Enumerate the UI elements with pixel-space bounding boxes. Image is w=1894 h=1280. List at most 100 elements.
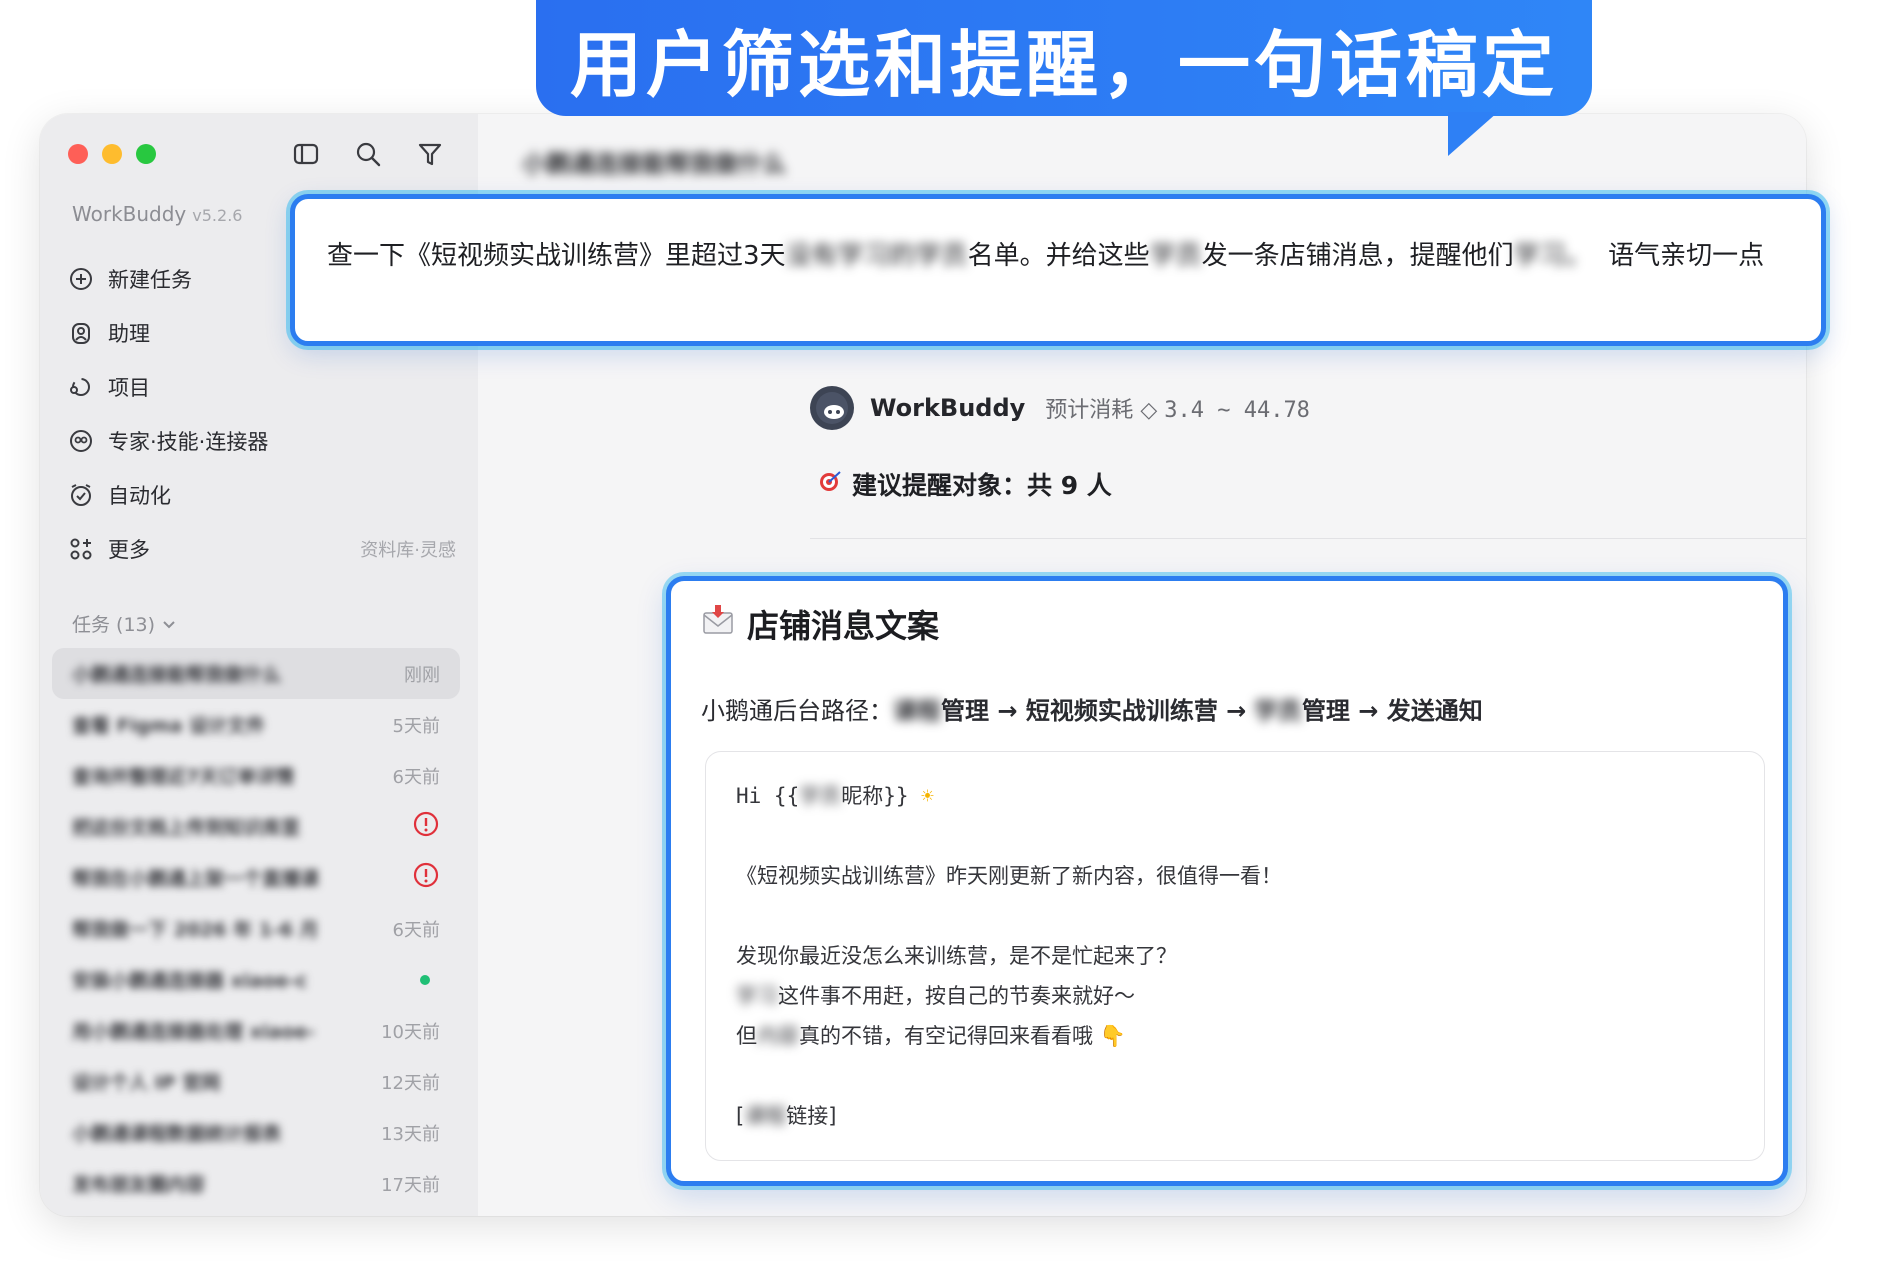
task-item[interactable]: 查看 Figma 设计文件 5天前 [52, 699, 460, 750]
line-redacted: 内容 [757, 1024, 799, 1048]
sidebar-toolbar [290, 138, 446, 170]
task-item[interactable]: 用小鹅通连接器处理 xiaoe- 10天前 [52, 1005, 460, 1056]
assistant-icon [66, 318, 96, 348]
task-title: 查询并整理近7天订单详情 [72, 766, 295, 788]
window-controls [68, 144, 156, 164]
tasks-header[interactable]: 任务 (13) [72, 610, 177, 637]
task-time: 12天前 [381, 1072, 440, 1094]
user-query-bubble: 查一下《短视频实战训练营》里超过3天没有学习的学员名单。并给这些学员发一条店铺消… [290, 194, 1826, 346]
banner-pointer [1448, 112, 1498, 156]
app-version: v5.2.6 [192, 206, 243, 225]
filter-icon[interactable] [414, 138, 446, 170]
link-pre: [ [736, 1104, 745, 1128]
task-title: 把这份文档上传到知识库里 [72, 817, 301, 839]
task-title: 帮我在小鹅通上架一个直播课 [72, 868, 320, 890]
nav-label: 专家·技能·连接器 [108, 430, 269, 454]
diamond-icon: ◇ [1140, 398, 1165, 423]
message-template[interactable]: Hi {{学员昵称}} ☀ 《短视频实战训练营》昨天刚更新了新内容，很值得一看！… [705, 751, 1765, 1161]
cost-value: 3.4 ~ 44.78 [1164, 398, 1310, 423]
query-text: 名单。并给这些 [967, 241, 1150, 271]
path-label: 小鹅通后台路径： [701, 697, 893, 725]
task-item[interactable]: 查询并整理近7天订单详情 6天前 [52, 750, 460, 801]
minimize-window-button[interactable] [102, 144, 122, 164]
query-redacted: 学员 [1149, 241, 1202, 271]
tasks-header-label: 任务 (13) [72, 614, 156, 636]
headline-banner: 用户筛选和提醒，一句话稿定 [536, 0, 1592, 116]
path-segment: 管理 → 发送通知 [1301, 697, 1483, 725]
envelope-icon [701, 603, 735, 645]
nav-automation[interactable]: 自动化 [66, 468, 456, 522]
link-placeholder: [课程链接] [736, 1096, 1734, 1136]
task-time: 13天前 [381, 1123, 440, 1145]
path-redacted: 课程 [893, 697, 941, 725]
suggestion-heading: 建议提醒对象：共 9 人 [818, 466, 1112, 502]
plus-circle-icon [66, 264, 96, 294]
task-time: 6天前 [392, 919, 440, 941]
app-brand: WorkBuddy v5.2.6 [72, 202, 242, 226]
greeting-pre: Hi {{ [736, 784, 800, 808]
task-item[interactable]: 帮我做一下 2026 年 1-6 月 6天前 [52, 903, 460, 954]
close-window-button[interactable] [68, 144, 88, 164]
task-time: 5天前 [392, 715, 440, 737]
cost-label: 预计消耗 [1045, 398, 1134, 423]
search-icon[interactable] [352, 138, 384, 170]
nav-label: 更多 [108, 538, 150, 562]
pointing-down-icon: 👇 [1099, 1024, 1126, 1048]
task-title: 帮我做一下 2026 年 1-6 月 [72, 919, 319, 941]
message-line: 发现你最近没怎么来训练营，是不是忙起来了？ [736, 944, 1177, 968]
nav-project[interactable]: 项目 [66, 360, 456, 414]
greeting-redacted: 学员 [799, 784, 842, 808]
line-redacted: 学习 [736, 984, 778, 1008]
task-title: 小鹅通连接能帮我做什么 [72, 664, 282, 686]
expert-icon [66, 426, 96, 456]
alert-icon [412, 861, 440, 894]
task-item[interactable]: 帮我在小鹅通上架一个直播课 [52, 852, 460, 903]
task-item[interactable]: 设计个人 IP 官网 12天前 [52, 1056, 460, 1107]
task-item[interactable]: 发布朋友圈内容 17天前 [52, 1158, 460, 1209]
running-status-dot [420, 974, 430, 985]
line-text: 这件事不用赶，按自己的节奏来就好～ [778, 984, 1135, 1008]
nav-label: 新建任务 [108, 268, 192, 292]
query-text: 发一条店铺消息，提醒他们 [1201, 241, 1514, 271]
nav-more[interactable]: 更多 资料库·灵感 [66, 522, 456, 576]
query-text: 语气亲切一点 [1608, 241, 1765, 271]
alert-icon [412, 810, 440, 843]
task-list: 小鹅通连接能帮我做什么 刚刚 查看 Figma 设计文件 5天前 查询并整理近7天订… [52, 648, 460, 1209]
sun-icon: ☀ [921, 784, 934, 808]
greeting-line: Hi {{学员昵称}} ☀ [736, 776, 1734, 816]
task-item[interactable]: 把这份文档上传到知识库里 [52, 801, 460, 852]
nav-label: 助理 [108, 322, 150, 346]
query-redacted: 没有学习的学员 [785, 241, 968, 271]
nav-experts[interactable]: 专家·技能·连接器 [66, 414, 456, 468]
shop-message-card: 店铺消息文案 小鹅通后台路径：课程管理 → 短视频实战训练营 → 学员管理 → … [666, 576, 1788, 1186]
headline-text: 用户筛选和提醒，一句话稿定 [569, 22, 1558, 107]
query-redacted: 学习。 [1513, 241, 1592, 271]
sidebar-toggle-icon[interactable] [290, 138, 322, 170]
link-post: 链接] [786, 1104, 837, 1128]
nav-label: 项目 [108, 376, 150, 400]
line-text: 但 [736, 1024, 757, 1048]
brand-name: WorkBuddy [72, 202, 187, 226]
task-time: 17天前 [381, 1174, 440, 1196]
task-title: 设计个人 IP 官网 [72, 1072, 221, 1094]
task-title: 安装小鹅通连接器 xiaoe-c [72, 970, 308, 992]
nav-label: 自动化 [108, 484, 171, 508]
task-time: 10天前 [381, 1021, 440, 1043]
task-item[interactable]: 小鹅通连接能帮我做什么 刚刚 [52, 648, 460, 699]
clock-icon [66, 480, 96, 510]
cost-estimate: 预计消耗 ◇ 3.4 ~ 44.78 [1045, 392, 1310, 424]
divider [810, 538, 1806, 539]
card-title: 店铺消息文案 [701, 601, 939, 647]
task-title: 发布朋友圈内容 [72, 1174, 206, 1196]
line-text: 真的不错，有空记得回来看看哦 [799, 1024, 1093, 1048]
nav-more-hint[interactable]: 资料库·灵感 [360, 536, 456, 562]
grid-plus-icon [66, 534, 96, 564]
suggestion-text: 建议提醒对象：共 9 人 [852, 471, 1112, 500]
task-item[interactable]: 安装小鹅通连接器 xiaoe-c [52, 954, 460, 1005]
assistant-name: WorkBuddy [870, 394, 1026, 422]
zoom-window-button[interactable] [136, 144, 156, 164]
project-icon [66, 372, 96, 402]
message-line: 但内容真的不错，有空记得回来看看哦 👇 [736, 1016, 1734, 1056]
conversation-title: 小鹅通连接能帮我做什么 [522, 150, 786, 178]
task-item[interactable]: 小鹅通课程数据统计报表 13天前 [52, 1107, 460, 1158]
